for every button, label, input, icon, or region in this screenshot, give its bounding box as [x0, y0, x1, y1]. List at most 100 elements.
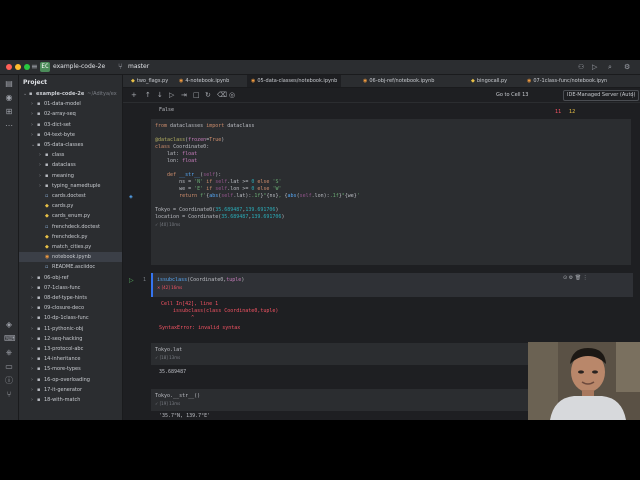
notebook-toolbar: + ↑ ↓ ▷ ⇥ □ ↻ ⌫ ◎ Go to Cell 13 IDE-Mana…	[123, 88, 640, 103]
tree-item-04-text-byte[interactable]: › ▪ 04-text-byte	[19, 130, 122, 140]
folder-icon: ▪	[37, 274, 41, 281]
clear-output-icon[interactable]: ⌫	[217, 90, 227, 100]
more-tools-icon[interactable]: ⋯	[4, 121, 14, 131]
git-icon[interactable]: ⑂	[4, 390, 14, 400]
tree-item-14-inheritance[interactable]: › ▪ 14-inheritance	[19, 354, 122, 364]
tree-item-18-with-match[interactable]: › ▪ 18-with-match	[19, 395, 122, 405]
restart-kernel-icon[interactable]: ↻	[205, 90, 211, 100]
tree-item-11-pythonic-obj[interactable]: › ▪ 11-pythonic-obj	[19, 324, 122, 334]
settings-icon[interactable]: ⚙	[624, 62, 630, 72]
move-up-icon[interactable]: ↑	[145, 90, 151, 100]
branch-switcher[interactable]: master	[128, 62, 149, 72]
tree-item-label: 08-def-type-hints	[44, 295, 87, 301]
tree-item-17-it-generator[interactable]: › ▪ 17-it-generator	[19, 385, 122, 395]
editor-tabs: ◆ two_flags.py ◉ 4-notebook.ipynb ◉ 05-data-c…	[123, 75, 640, 88]
python-file-icon: ◆	[45, 213, 49, 220]
add-cell-icon[interactable]: +	[131, 90, 137, 100]
tree-item-10-dp-1class-func[interactable]: › ▪ 10-dp-1class-func	[19, 313, 122, 323]
tree-item-13-protocol-abc[interactable]: › ▪ 13-protocol-abc	[19, 344, 122, 354]
tree-item-frenchdeck-doctest[interactable]: ▫ frenchdeck.doctest	[19, 222, 122, 232]
tree-item-notebook-ipynb[interactable]: ◉ notebook.ipynb	[19, 252, 122, 263]
tree-item-dataclass[interactable]: › ▪ dataclass	[19, 160, 122, 170]
title-bar: ≡ EC example-code-2e ⑂ master ⚇ ▷ ⌕ ⚙	[0, 60, 640, 75]
python-console-icon[interactable]: ⌨	[4, 334, 16, 344]
project-switcher[interactable]: example-code-2e	[53, 62, 105, 72]
tree-item-readme-asciidoc[interactable]: ▫ README.asciidoc	[19, 262, 122, 272]
move-down-icon[interactable]: ↓	[157, 90, 163, 100]
tree-item-06-obj-ref[interactable]: › ▪ 06-obj-ref	[19, 273, 122, 283]
close-window-button[interactable]	[6, 64, 12, 70]
tree-item-01-data-model[interactable]: › ▪ 01-data-model	[19, 99, 122, 109]
tree-item-03-dict-set[interactable]: › ▪ 03-dict-set	[19, 120, 122, 130]
tree-item-09-closure-deco[interactable]: › ▪ 09-closure-deco	[19, 303, 122, 313]
warning-count[interactable]: 11	[555, 109, 561, 115]
folder-icon: ▪	[37, 305, 41, 312]
tree-item-05-data-classes[interactable]: ⌄ ▪ 05-data-classes	[19, 140, 122, 150]
folder-icon: ▪	[37, 356, 41, 363]
weak-warning-count[interactable]: 12	[569, 109, 575, 115]
cell-code[interactable]: Tokyo.__str__() ✓ [19] 13ms	[155, 393, 200, 408]
tree-item-example-code-2e[interactable]: ⌄ ▪ example-code-2e ~/Aditya/ex	[19, 89, 122, 99]
tree-item-12-seq-hacking[interactable]: › ▪ 12-seq-hacking	[19, 334, 122, 344]
cell-code[interactable]: Tokyo.lat ✓ [18] 13ms	[155, 347, 182, 362]
cell-toolbar-icons[interactable]: ⊙ ⚙ 🗑 ⋮	[563, 275, 588, 281]
tab-05-data-classes-notebook-ipynb[interactable]: ◉ 05-data-classes/notebook.ipynb	[247, 75, 342, 87]
code-cell-issubclass[interactable]: 1 issubclass(Coordinate0,tuple) ✕ [42] 1…	[143, 273, 633, 297]
tree-item-class[interactable]: › ▪ class	[19, 150, 122, 160]
toolbar-more-icon[interactable]: ⋮	[629, 90, 636, 100]
commit-icon[interactable]: ◉	[4, 93, 14, 103]
structure-icon[interactable]: ⊞	[4, 107, 14, 117]
folder-icon: ▪	[37, 142, 41, 148]
tree-item-frenchdeck-py[interactable]: ◆ frenchdeck.py	[19, 232, 122, 242]
run-all-above-icon[interactable]: ⇥	[181, 90, 187, 100]
problems-icon[interactable]: ⓘ	[4, 376, 14, 386]
notification-icon[interactable]: ⚇	[578, 62, 584, 72]
run-cell-icon[interactable]: ▷	[129, 277, 134, 284]
python-file-icon: ◆	[45, 203, 49, 210]
interrupt-icon[interactable]: □	[193, 90, 200, 100]
tab-two-flags-py[interactable]: ◆ two_flags.py	[127, 75, 172, 87]
tree-item-label: 02-array-seq	[44, 111, 76, 118]
tree-item-08-def-type-hints[interactable]: › ▪ 08-def-type-hints	[19, 293, 122, 303]
search-icon[interactable]: ⌕	[608, 62, 612, 72]
terminal-icon[interactable]: ▭	[4, 362, 14, 372]
tree-item-cards-py[interactable]: ◆ cards.py	[19, 201, 122, 211]
project-panel-title[interactable]: Project	[23, 79, 47, 86]
maximize-window-button[interactable]	[24, 64, 30, 70]
run-config-icon[interactable]: ▷	[592, 62, 597, 72]
tab-07-1class-func-notebook-ipyn[interactable]: ◉ 07-1class-func/notebook.ipyn	[523, 75, 611, 87]
cell-code[interactable]: from dataclasses import dataclass @datac…	[155, 123, 360, 229]
tree-item-label: notebook.ipynb	[52, 254, 91, 261]
code-cell-dataclass[interactable]: from dataclasses import dataclass @datac…	[151, 119, 631, 265]
project-folder-icon[interactable]: ▤	[4, 79, 14, 89]
minimize-window-button[interactable]	[15, 64, 21, 70]
github-icon[interactable]: ◎	[229, 90, 235, 100]
services-icon[interactable]: ⎈	[4, 348, 14, 358]
tree-item-cards-doctest[interactable]: ▫ cards.doctest	[19, 191, 122, 201]
server-selector[interactable]: IDE-Managed Server (Auto)	[563, 90, 640, 101]
tree-item-02-array-seq[interactable]: › ▪ 02-array-seq	[19, 109, 122, 119]
tree-item-16-op-overloading[interactable]: › ▪ 16-op-overloading	[19, 375, 122, 385]
python-packages-icon[interactable]: ◈	[4, 320, 14, 330]
tab-06-obj-ref-notebook-ipynb[interactable]: ◉ 06-obj-ref/notebook.ipynb	[359, 75, 438, 87]
tree-item-15-more-types[interactable]: › ▪ 15-more-types	[19, 364, 122, 374]
tree-item-07-1class-func[interactable]: › ▪ 07-1class-func	[19, 283, 122, 293]
run-all-icon[interactable]: ▷	[169, 90, 174, 100]
tree-item-match-cities-py[interactable]: ◆ match_cities.py	[19, 242, 122, 252]
project-badge[interactable]: EC	[40, 62, 50, 72]
main-menu-icon[interactable]: ≡	[31, 62, 38, 71]
tool-window-strip: ▤ ◉ ⊞ ⋯ ◈ ⌨ ⎈ ▭ ⓘ ⑂	[0, 75, 19, 420]
cell4-code-text[interactable]: Tokyo.__str__()	[155, 393, 200, 399]
tree-item-label: 16-op-overloading	[44, 376, 90, 383]
notebook-file-icon: ◉	[527, 78, 532, 84]
goto-cell-button[interactable]: Go to Cell 13	[496, 90, 528, 100]
tree-item-typing-namedtuple[interactable]: › ▪ typing_namedtuple	[19, 181, 122, 191]
tab-bingocall-py[interactable]: ◆ bingocall.py	[467, 75, 511, 87]
cell1-breakpoint-icon[interactable]: ◈	[129, 194, 133, 200]
tree-item-meaning[interactable]: › ▪ meaning	[19, 171, 122, 181]
cell3-code-text[interactable]: Tokyo.lat	[155, 347, 182, 353]
tree-item-cards-enum-py[interactable]: ◆ cards_enum.py	[19, 211, 122, 221]
tab-4-notebook-ipynb[interactable]: ◉ 4-notebook.ipynb	[175, 75, 233, 87]
cell-code[interactable]: issubclass(Coordinate0,tuple) ✕ [42] 16m…	[157, 277, 244, 292]
folder-icon: ▪	[37, 397, 41, 403]
